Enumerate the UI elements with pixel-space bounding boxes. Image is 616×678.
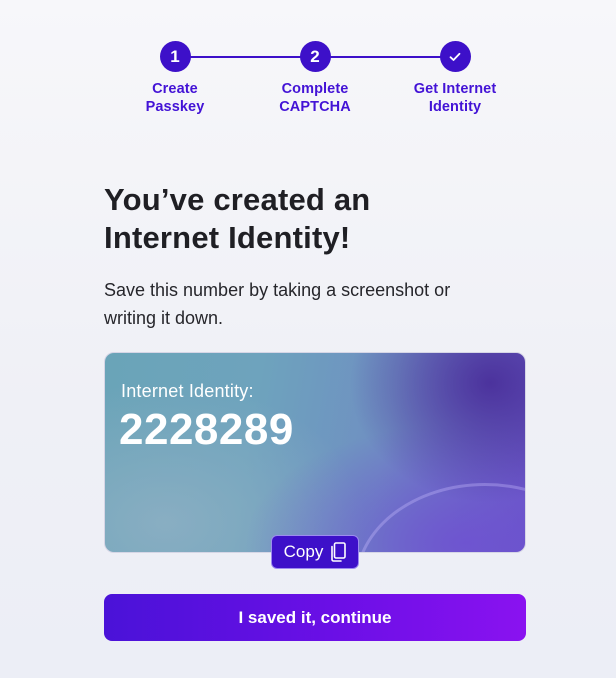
identity-label: Internet Identity: (121, 381, 254, 401)
step-marker: 1 (159, 41, 191, 72)
step-label: Create Passkey (145, 81, 205, 115)
copy-icon (331, 542, 347, 562)
checkmark-icon (449, 52, 461, 61)
instruction-text: Save this number by taking a screenshot … (104, 280, 451, 328)
step-label: Complete CAPTCHA (279, 81, 351, 115)
step-create-passkey: 1 Create Passkey (110, 41, 240, 116)
step-complete-captcha: 2 Complete CAPTCHA (250, 41, 380, 116)
identity-card: Internet Identity: 2228289 (104, 352, 526, 553)
step-get-internet-identity: Get Internet Identity (390, 41, 520, 116)
step-label: Get Internet Identity (413, 81, 497, 115)
step-marker: 2 (299, 41, 331, 72)
progress-stepper: 1 Create Passkey 2 Complete CAPTCHA Get … (0, 41, 616, 121)
identity-number: 2228289 (119, 405, 294, 454)
checkmark-icon (439, 41, 471, 72)
card-decoration (355, 483, 525, 552)
continue-button[interactable]: I saved it, continue (104, 594, 526, 641)
copy-button-label: Copy (283, 542, 324, 561)
page: 1 Create Passkey 2 Complete CAPTCHA Get … (0, 0, 616, 678)
page-title: You’ve created an Internet Identity! (104, 182, 371, 255)
copy-button[interactable]: Copy (271, 535, 359, 569)
